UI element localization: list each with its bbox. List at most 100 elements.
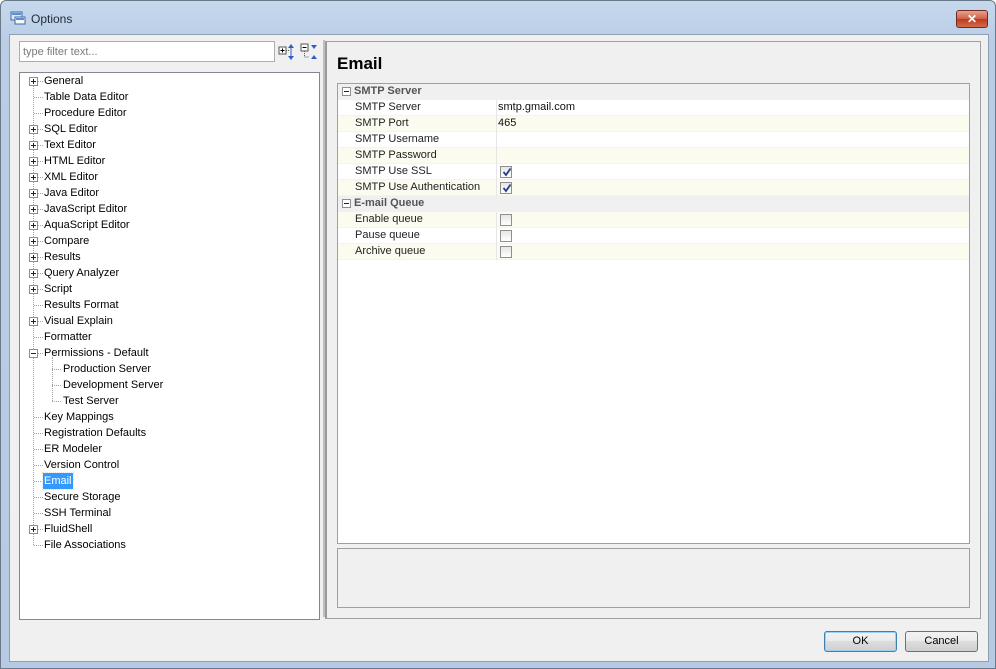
property-row-smtp-port[interactable]: SMTP Port 465: [338, 116, 969, 132]
tree-item-general[interactable]: General: [20, 73, 319, 89]
expand-icon[interactable]: [29, 157, 38, 166]
tree-item-java-editor[interactable]: Java Editor: [20, 185, 319, 201]
enable-queue-checkbox[interactable]: [500, 214, 512, 226]
tree-item-results[interactable]: Results: [20, 249, 319, 265]
expand-icon[interactable]: [29, 205, 38, 214]
property-name: Pause queue: [355, 229, 420, 241]
property-grid: SMTP Server SMTP Server smtp.gmail.com S…: [337, 83, 970, 544]
tree-item-file-associations[interactable]: File Associations: [20, 537, 319, 553]
ok-button[interactable]: OK: [824, 631, 897, 652]
tree-item-test-server[interactable]: Test Server: [20, 393, 319, 409]
tree-item-version-control[interactable]: Version Control: [20, 457, 319, 473]
expand-icon[interactable]: [29, 237, 38, 246]
expand-icon[interactable]: [29, 269, 38, 278]
smtp-port-value[interactable]: 465: [498, 117, 516, 129]
property-row-pause-queue[interactable]: Pause queue: [338, 228, 969, 244]
archive-queue-checkbox[interactable]: [500, 246, 512, 258]
expand-icon[interactable]: [29, 173, 38, 182]
checkmark-icon: [502, 183, 512, 193]
tree-item-secure-storage[interactable]: Secure Storage: [20, 489, 319, 505]
expand-icon[interactable]: [29, 317, 38, 326]
tree-connector-line: [34, 449, 43, 450]
column-divider: [496, 164, 497, 180]
tree-connector-line: [34, 433, 43, 434]
property-name: Enable queue: [355, 213, 423, 225]
property-name: Archive queue: [355, 245, 426, 257]
collapse-all-icon[interactable]: [300, 43, 318, 61]
tree-item-label: XML Editor: [44, 171, 99, 183]
tree-item-formatter[interactable]: Formatter: [20, 329, 319, 345]
dialog-client-area: General Table Data Editor Procedure Editor…: [9, 34, 989, 662]
tree-item-label: General: [44, 75, 84, 87]
expand-icon[interactable]: [29, 125, 38, 134]
tree-item-key-mappings[interactable]: Key Mappings: [20, 409, 319, 425]
tree-item-compare[interactable]: Compare: [20, 233, 319, 249]
category-smtp-server[interactable]: SMTP Server: [338, 84, 969, 100]
smtp-use-ssl-checkbox[interactable]: [500, 166, 512, 178]
tree-item-registration-defaults[interactable]: Registration Defaults: [20, 425, 319, 441]
property-row-enable-queue[interactable]: Enable queue: [338, 212, 969, 228]
tree-item-text-editor[interactable]: Text Editor: [20, 137, 319, 153]
category-label: SMTP Server: [354, 85, 422, 97]
tree-item-er-modeler[interactable]: ER Modeler: [20, 441, 319, 457]
pause-queue-checkbox[interactable]: [500, 230, 512, 242]
property-row-smtp-password[interactable]: SMTP Password: [338, 148, 969, 164]
expand-all-icon[interactable]: [278, 43, 296, 61]
tree-item-fluidshell[interactable]: FluidShell: [20, 521, 319, 537]
tree-item-label: Table Data Editor: [44, 91, 129, 103]
tree-item-email[interactable]: Email: [20, 472, 319, 490]
expand-icon[interactable]: [29, 253, 38, 262]
tree-connector-line: [52, 369, 61, 370]
tree-item-label: Key Mappings: [44, 411, 114, 423]
category-email-queue[interactable]: E-mail Queue: [338, 196, 969, 212]
tree-item-label: Version Control: [44, 459, 120, 471]
options-tree[interactable]: General Table Data Editor Procedure Editor…: [19, 72, 320, 620]
tree-item-label: Development Server: [63, 379, 164, 391]
cancel-button[interactable]: Cancel: [905, 631, 978, 652]
tree-item-label: Permissions - Default: [44, 347, 149, 359]
column-divider: [496, 100, 497, 116]
tree-item-label: Text Editor: [44, 139, 96, 151]
tree-item-permissions-default[interactable]: Permissions - Default: [20, 345, 319, 361]
tree-item-xml-editor[interactable]: XML Editor: [20, 169, 319, 185]
tree-item-label: Registration Defaults: [44, 427, 147, 439]
expand-icon[interactable]: [29, 141, 38, 150]
property-row-smtp-use-ssl[interactable]: SMTP Use SSL: [338, 164, 969, 180]
tree-item-table-data-editor[interactable]: Table Data Editor: [20, 89, 319, 105]
tree-connector-line: [34, 97, 43, 98]
tree-item-label: JavaScript Editor: [44, 203, 128, 215]
smtp-use-authentication-checkbox[interactable]: [500, 182, 512, 194]
expand-icon[interactable]: [29, 221, 38, 230]
tree-item-procedure-editor[interactable]: Procedure Editor: [20, 105, 319, 121]
expand-icon[interactable]: [29, 285, 38, 294]
smtp-server-value[interactable]: smtp.gmail.com: [498, 101, 575, 113]
tree-connector-line: [34, 513, 43, 514]
property-row-smtp-username[interactable]: SMTP Username: [338, 132, 969, 148]
filter-input[interactable]: [19, 41, 275, 62]
tree-connector-line: [34, 481, 43, 482]
tree-item-label: SSH Terminal: [44, 507, 112, 519]
tree-item-query-analyzer[interactable]: Query Analyzer: [20, 265, 319, 281]
property-row-archive-queue[interactable]: Archive queue: [338, 244, 969, 260]
tree-item-label: Procedure Editor: [44, 107, 127, 119]
expand-icon[interactable]: [29, 77, 38, 86]
close-button[interactable]: ✕: [956, 10, 988, 28]
collapse-icon[interactable]: [342, 199, 351, 208]
expand-icon[interactable]: [29, 189, 38, 198]
tree-item-javascript-editor[interactable]: JavaScript Editor: [20, 201, 319, 217]
tree-item-production-server[interactable]: Production Server: [20, 361, 319, 377]
tree-item-sql-editor[interactable]: SQL Editor: [20, 121, 319, 137]
expand-icon[interactable]: [29, 525, 38, 534]
collapse-icon[interactable]: [342, 87, 351, 96]
tree-item-visual-explain[interactable]: Visual Explain: [20, 313, 319, 329]
tree-item-aquascript-editor[interactable]: AquaScript Editor: [20, 217, 319, 233]
property-row-smtp-use-authentication[interactable]: SMTP Use Authentication: [338, 180, 969, 196]
collapse-icon[interactable]: [29, 349, 38, 358]
tree-item-ssh-terminal[interactable]: SSH Terminal: [20, 505, 319, 521]
tree-item-results-format[interactable]: Results Format: [20, 297, 319, 313]
category-label: E-mail Queue: [354, 197, 425, 209]
tree-item-development-server[interactable]: Development Server: [20, 377, 319, 393]
tree-item-html-editor[interactable]: HTML Editor: [20, 153, 319, 169]
tree-item-script[interactable]: Script: [20, 281, 319, 297]
property-row-smtp-server[interactable]: SMTP Server smtp.gmail.com: [338, 100, 969, 116]
